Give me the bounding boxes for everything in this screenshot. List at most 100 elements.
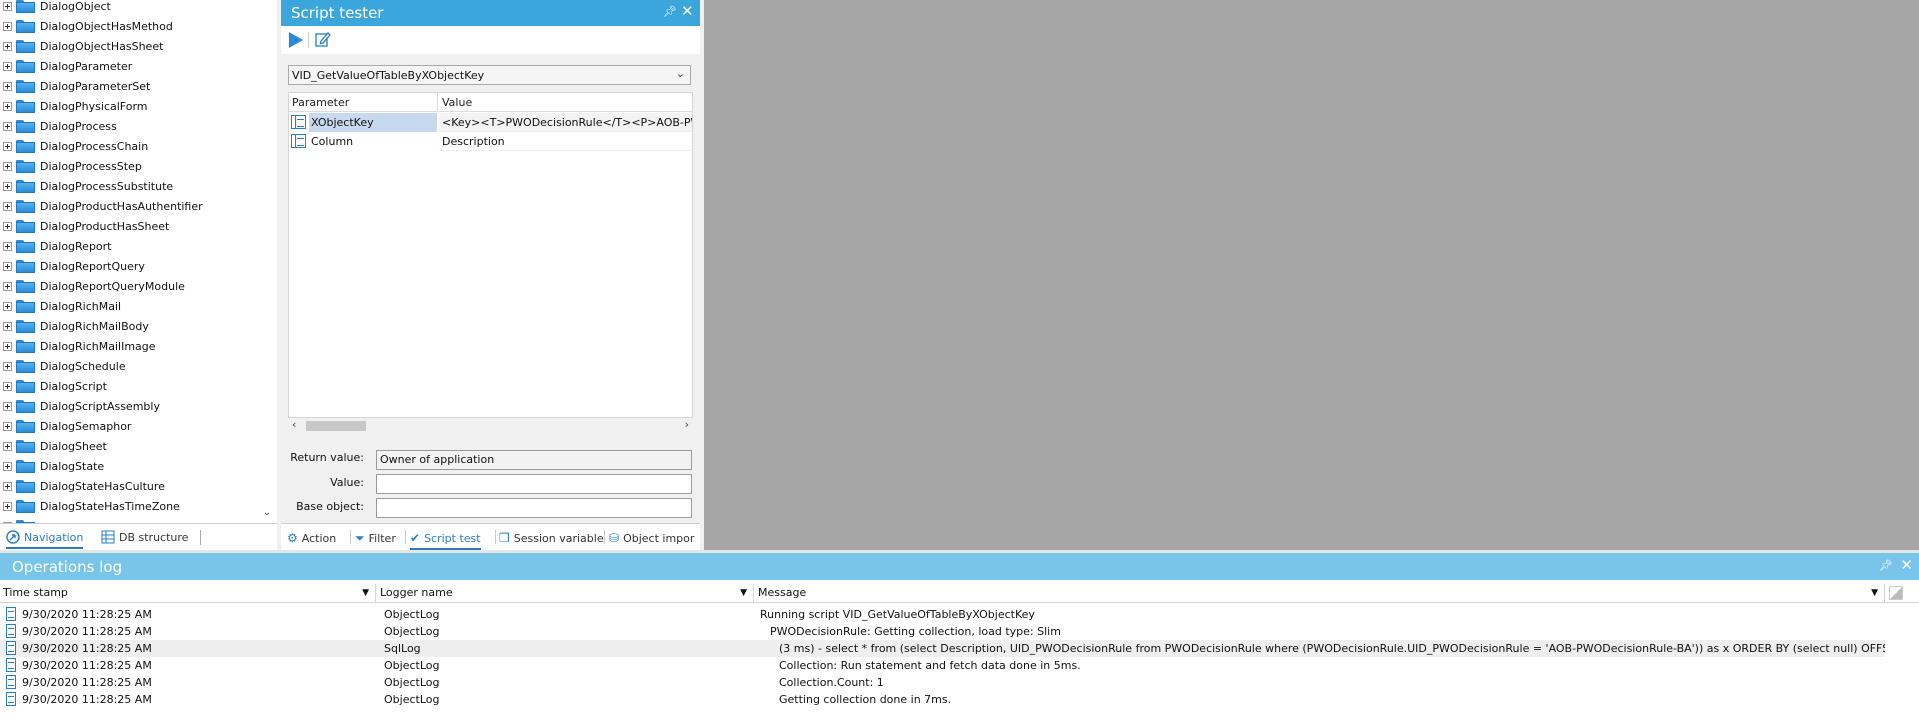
- tree-item[interactable]: DialogScript: [0, 377, 107, 395]
- log-timestamp: 9/30/2020 11:28:25 AM: [22, 625, 152, 638]
- expand-icon[interactable]: [3, 161, 12, 171]
- tree-item[interactable]: DialogProcess: [0, 117, 117, 135]
- expand-icon[interactable]: [3, 181, 12, 191]
- expand-icon[interactable]: [3, 481, 12, 491]
- expand-icon[interactable]: [3, 341, 12, 351]
- expand-icon[interactable]: [3, 101, 12, 111]
- close-icon[interactable]: ✕: [1900, 556, 1913, 574]
- parameter-row[interactable]: XObjectKey <Key><T>PWODecisionRule</T><P…: [289, 113, 692, 132]
- column-header-message[interactable]: Message ▼: [755, 584, 1885, 602]
- expand-icon[interactable]: [3, 1, 12, 11]
- tree-item[interactable]: DialogSemaphor: [0, 417, 131, 435]
- log-row[interactable]: 9/30/2020 11:28:25 AM ObjectLog Getting co…: [0, 691, 1885, 708]
- expand-icon[interactable]: [3, 361, 12, 371]
- tree-item[interactable]: DialogPhysicalForm: [0, 97, 148, 115]
- scroll-left-icon[interactable]: ‹: [292, 418, 296, 431]
- value-field[interactable]: [376, 474, 692, 494]
- tree-item[interactable]: DialogProcessChain: [0, 137, 148, 155]
- log-row[interactable]: 9/30/2020 11:28:25 AM ObjectLog PWODecisio…: [0, 623, 1885, 640]
- expand-icon[interactable]: [3, 221, 12, 231]
- tree-item[interactable]: DialogReportQueryModule: [0, 277, 185, 295]
- dropdown-arrow-icon[interactable]: ▼: [362, 584, 369, 602]
- parameter-value-input[interactable]: Description: [439, 132, 692, 151]
- parameter-row[interactable]: Column Description: [289, 132, 692, 151]
- expand-icon[interactable]: [3, 381, 12, 391]
- scroll-right-icon[interactable]: ›: [685, 418, 689, 431]
- expand-icon[interactable]: [3, 201, 12, 211]
- tree-item-label: DialogStateHasTimeZone: [40, 499, 180, 513]
- expand-icon[interactable]: [3, 501, 12, 511]
- tree-item[interactable]: DialogProductHasSheet: [0, 217, 169, 235]
- base-object-field[interactable]: [376, 498, 692, 518]
- run-icon[interactable]: [289, 32, 303, 48]
- log-row[interactable]: 9/30/2020 11:28:25 AM ObjectLog Collection…: [0, 657, 1885, 674]
- expand-icon[interactable]: [3, 21, 12, 31]
- expand-icon[interactable]: [3, 321, 12, 331]
- tree-item[interactable]: DialogProcessStep: [0, 157, 142, 175]
- column-header-parameter[interactable]: Parameter: [289, 93, 438, 112]
- tree-item[interactable]: DialogStateHasCulture: [0, 477, 165, 495]
- tree-item[interactable]: DialogState: [0, 457, 104, 475]
- tab-filter[interactable]: ⏷ Filter: [355, 528, 396, 548]
- expand-icon[interactable]: [3, 61, 12, 71]
- close-icon[interactable]: ✕: [681, 2, 694, 20]
- navigation-tree[interactable]: DialogObject DialogObjectHasMethod DialogO…: [0, 0, 278, 550]
- pin-icon[interactable]: 📌︎: [663, 5, 677, 18]
- tree-item[interactable]: DialogRichMailImage: [0, 337, 156, 355]
- column-chooser-icon[interactable]: [1889, 586, 1903, 600]
- tree-item-label: DialogObjectHasMethod: [40, 19, 173, 33]
- tree-item[interactable]: DialogParameter: [0, 57, 132, 75]
- tree-scroll-down-icon[interactable]: ⌄: [262, 507, 272, 519]
- scrollbar-thumb[interactable]: [306, 421, 366, 431]
- splitter[interactable]: [277, 0, 281, 550]
- expand-icon[interactable]: [3, 261, 12, 271]
- expand-icon[interactable]: [3, 441, 12, 451]
- tab-db-structure[interactable]: DB structure: [101, 527, 188, 547]
- horizontal-scrollbar[interactable]: ‹ ›: [288, 418, 693, 434]
- log-row[interactable]: 9/30/2020 11:28:25 AM SqlLog (3 ms) - sele…: [0, 640, 1885, 657]
- column-header-timestamp[interactable]: Time stamp ▼: [0, 584, 376, 602]
- tree-item[interactable]: DialogRichMail: [0, 297, 121, 315]
- log-row[interactable]: 9/30/2020 11:28:25 AM ObjectLog Running sc…: [0, 606, 1885, 623]
- edit-icon[interactable]: [315, 31, 331, 47]
- tree-item[interactable]: DialogProductHasAuthentifier: [0, 197, 203, 215]
- tab-object-import[interactable]: ⛁ Object impor: [609, 528, 694, 548]
- expand-icon[interactable]: [3, 81, 12, 91]
- tree-item[interactable]: DialogReport: [0, 237, 112, 255]
- dropdown-arrow-icon[interactable]: ▼: [1871, 584, 1878, 602]
- column-header-value[interactable]: Value: [439, 93, 692, 112]
- tab-action[interactable]: ⚙ Action: [287, 528, 336, 548]
- tab-navigation[interactable]: Navigation: [6, 527, 84, 549]
- tree-item[interactable]: DialogRichMailBody: [0, 317, 149, 335]
- tree-item[interactable]: DialogSchedule: [0, 357, 126, 375]
- tree-item[interactable]: DialogParameterSet: [0, 77, 150, 95]
- parameter-value-input[interactable]: <Key><T>PWODecisionRule</T><P>AOB-PWO: [439, 113, 692, 132]
- tree-item[interactable]: DialogObject: [0, 0, 111, 15]
- tree-item[interactable]: DialogObjectHasSheet: [0, 37, 163, 55]
- tree-item[interactable]: DialogProcessSubstitute: [0, 177, 173, 195]
- tree-item[interactable]: DialogSheet: [0, 437, 107, 455]
- tree-item[interactable]: DialogReportQuery: [0, 257, 145, 275]
- expand-icon[interactable]: [3, 301, 12, 311]
- expand-icon[interactable]: [3, 141, 12, 151]
- expand-icon[interactable]: [3, 461, 12, 471]
- tab-session-variable[interactable]: ❒ Session variable: [499, 528, 604, 548]
- tab-script-test[interactable]: ✔ Script test: [410, 528, 481, 550]
- expand-icon[interactable]: [3, 401, 12, 411]
- log-row[interactable]: 9/30/2020 11:28:25 AM ObjectLog Collection…: [0, 674, 1885, 691]
- expand-icon[interactable]: [3, 121, 12, 131]
- expand-icon[interactable]: [3, 241, 12, 251]
- expand-icon[interactable]: [3, 41, 12, 51]
- column-header-logger[interactable]: Logger name ▼: [377, 584, 754, 602]
- return-value-field[interactable]: Owner of application: [376, 450, 692, 470]
- tree-item[interactable]: DialogObjectHasMethod: [0, 17, 173, 35]
- pin-icon[interactable]: 📌︎: [1879, 559, 1893, 572]
- expand-icon[interactable]: [3, 281, 12, 291]
- tree-item[interactable]: DialogStateHasTimeZone: [0, 497, 180, 515]
- script-select[interactable]: VID_GetValueOfTableByXObjectKey ⌄: [288, 65, 691, 85]
- dropdown-arrow-icon[interactable]: ▼: [740, 584, 747, 602]
- tree-item[interactable]: DialogScriptAssembly: [0, 397, 160, 415]
- chevron-down-icon[interactable]: ⌄: [676, 67, 685, 80]
- expand-icon[interactable]: [3, 421, 12, 431]
- tree-item-label: DialogProcessChain: [40, 139, 149, 153]
